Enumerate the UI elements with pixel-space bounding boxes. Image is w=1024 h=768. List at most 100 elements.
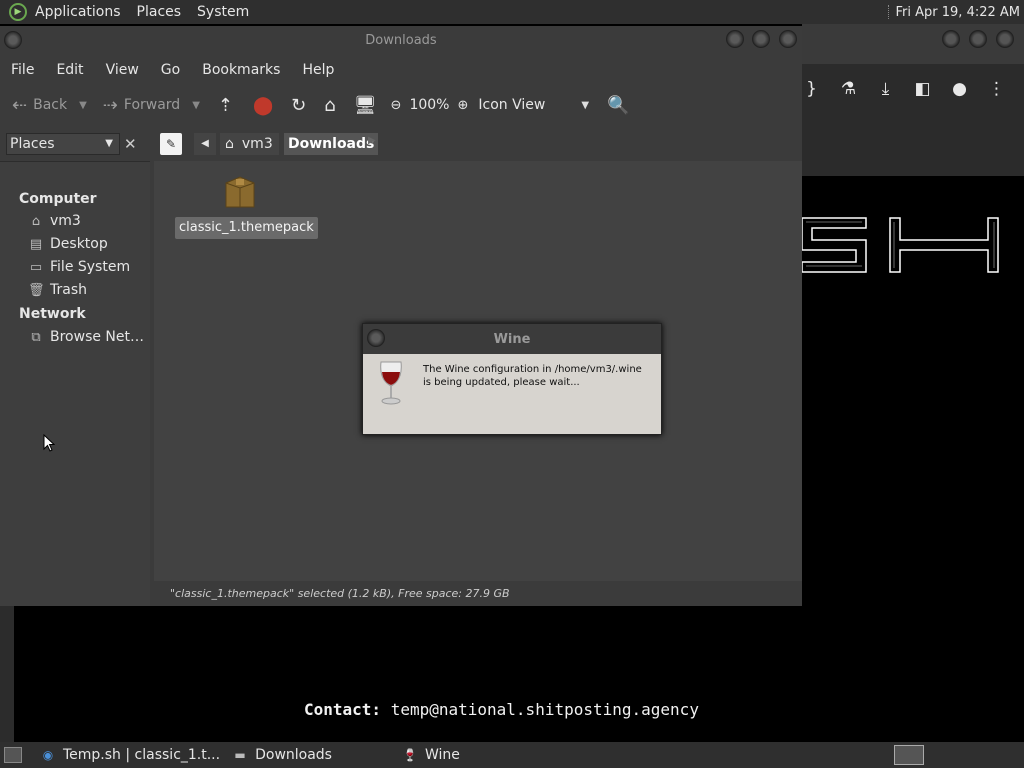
extension-icon[interactable]: }: [802, 79, 821, 99]
forward-history-dropdown-icon[interactable]: ▼: [192, 100, 200, 111]
profile-icon[interactable]: ●: [950, 79, 969, 99]
minimize-button[interactable]: [726, 30, 744, 48]
trash-icon: 🗑: [28, 282, 45, 298]
computer-button[interactable]: 🖥: [354, 95, 377, 116]
taskbar-item-downloads[interactable]: ▬ Downloads: [232, 747, 332, 763]
file-item-label[interactable]: classic_1.themepack: [175, 217, 318, 239]
drive-icon: ▭: [29, 259, 43, 275]
sidebar-toggle-icon[interactable]: ◧: [913, 79, 932, 99]
breadcrumb-home[interactable]: ⌂ vm3: [220, 133, 279, 155]
file-manager-window: Downloads File Edit View Go Bookmarks He…: [0, 26, 802, 606]
search-button[interactable]: 🔍: [607, 95, 629, 116]
stop-icon: ⬤: [253, 94, 274, 116]
places-menu[interactable]: Places: [129, 0, 190, 24]
wine-dialog: Wine The Wine configuration in /home/vm3…: [362, 323, 662, 435]
view-mode-label: Icon View: [478, 97, 546, 113]
menu-kebab-icon[interactable]: ⋮: [987, 79, 1006, 99]
maximize-button[interactable]: [969, 30, 987, 48]
sidebar-type-select[interactable]: Places ▼: [6, 133, 120, 155]
taskbar-item-browser[interactable]: ◉ Temp.sh | classic_1.t...: [40, 747, 220, 763]
up-button[interactable]: ⇡: [218, 95, 233, 116]
computer-icon: 🖥: [353, 94, 377, 116]
clock[interactable]: Fri Apr 19, 4:22 AM: [896, 5, 1024, 20]
forward-arrow-icon: ⇢: [102, 94, 118, 116]
network-icon: ⧉: [31, 329, 41, 345]
places-sidebar: Computer ⌂ vm3 ▤ Desktop ▭ File System 🗑…: [0, 161, 150, 606]
taskbar-item-wine[interactable]: 🍷 Wine: [402, 747, 460, 763]
contact-email-link[interactable]: temp@national.shitposting.agency: [381, 700, 699, 719]
close-button[interactable]: [996, 30, 1014, 48]
browser-titlebar: [802, 24, 1024, 64]
labs-flask-icon[interactable]: ⚗: [839, 79, 858, 99]
sidebar-header-network: Network: [19, 306, 86, 322]
chevron-down-icon: ▼: [581, 99, 590, 111]
close-button[interactable]: [779, 30, 797, 48]
breadcrumb-current[interactable]: Downloads: [284, 133, 379, 155]
wine-glass-icon: [380, 361, 402, 405]
sidebar-item-vm3[interactable]: ⌂ vm3: [28, 213, 81, 229]
sidebar-item-trash[interactable]: 🗑 Trash: [28, 282, 87, 298]
window-title: Downloads: [365, 33, 437, 48]
chromium-icon: ◉: [42, 748, 54, 762]
mouse-cursor-icon: [43, 434, 55, 452]
reload-button[interactable]: ↻: [291, 95, 306, 116]
browser-toolbar: } ⚗ ⤓ ◧ ● ⋮: [802, 64, 1024, 114]
close-sidebar-icon[interactable]: ✕: [124, 135, 137, 153]
menu-bookmarks[interactable]: Bookmarks: [191, 62, 291, 78]
browser-window: } ⚗ ⤓ ◧ ● ⋮: [802, 24, 1024, 610]
download-icon[interactable]: ⤓: [876, 79, 895, 99]
dialog-message: The Wine configuration in /home/vm3/.win…: [423, 364, 642, 388]
sidebar-type-label: Places: [10, 136, 55, 152]
distro-logo-icon[interactable]: ▶: [9, 3, 27, 21]
sidebar-header-computer: Computer: [19, 191, 97, 207]
package-icon[interactable]: [222, 171, 258, 211]
contact-line: Contact: temp@national.shitposting.agenc…: [304, 700, 699, 719]
minimize-button[interactable]: [942, 30, 960, 48]
taskbar-label: Wine: [424, 747, 460, 763]
menubar: File Edit View Go Bookmarks Help: [0, 56, 802, 84]
home-button[interactable]: ⌂: [324, 95, 335, 116]
maximize-button[interactable]: [752, 30, 770, 48]
file-manager-titlebar[interactable]: Downloads: [0, 26, 802, 56]
panel-separator: [887, 5, 890, 19]
menu-help[interactable]: Help: [291, 62, 345, 78]
top-panel: ▶ Applications Places System Fri Apr 19,…: [0, 0, 1024, 24]
toolbar: ⇠ Back ▼ ⇢ Forward ▼ ⇡ ⬤ ↻ ⌂ 🖥 ⊖ 100% ⊕ …: [0, 84, 802, 126]
dialog-title: Wine: [493, 332, 531, 347]
zoom-out-button[interactable]: ⊖: [391, 98, 402, 113]
zoom-level[interactable]: 100%: [409, 97, 449, 113]
sidebar-item-desktop[interactable]: ▤ Desktop: [28, 236, 108, 252]
folder-icon: ▬: [234, 748, 246, 762]
menu-file[interactable]: File: [0, 62, 45, 78]
back-button[interactable]: ⇠ Back ▼: [12, 95, 87, 116]
taskbar-label: Downloads: [255, 747, 332, 763]
home-folder-icon: ⌂: [31, 213, 41, 229]
forward-label: Forward: [123, 97, 181, 113]
reload-icon: ↻: [291, 94, 307, 116]
view-mode-select[interactable]: Icon View ▼: [478, 97, 589, 113]
breadcrumb-scroll-left-icon[interactable]: ◀: [194, 133, 216, 155]
zoom-in-button[interactable]: ⊕: [457, 98, 468, 113]
menu-view[interactable]: View: [95, 62, 150, 78]
contact-label: Contact:: [304, 700, 382, 719]
sidebar-item-browse-network[interactable]: ⧉ Browse Net…: [28, 329, 144, 345]
breadcrumb-scroll-right-icon[interactable]: ▶: [368, 135, 376, 146]
sidebar-item-label: File System: [50, 259, 131, 275]
edit-location-icon[interactable]: ✎: [160, 133, 182, 155]
desktop-folder-icon: ▤: [29, 236, 43, 252]
sidebar-item-label: Browse Net…: [50, 329, 145, 345]
show-desktop-icon[interactable]: [4, 747, 22, 763]
back-history-dropdown-icon[interactable]: ▼: [79, 100, 87, 111]
sidebar-item-filesystem[interactable]: ▭ File System: [28, 259, 130, 275]
site-logo: [802, 217, 999, 273]
applications-menu[interactable]: Applications: [27, 0, 129, 24]
menu-go[interactable]: Go: [150, 62, 191, 78]
wine-dialog-titlebar[interactable]: Wine: [363, 324, 661, 354]
system-menu[interactable]: System: [189, 0, 257, 24]
menu-edit[interactable]: Edit: [45, 62, 94, 78]
forward-button[interactable]: ⇢ Forward ▼: [103, 95, 200, 116]
sidebar-item-label: Trash: [50, 282, 87, 298]
stop-button[interactable]: ⬤: [253, 95, 273, 116]
workspace-switcher[interactable]: [894, 745, 924, 765]
home-folder-icon: ⌂: [324, 94, 336, 116]
